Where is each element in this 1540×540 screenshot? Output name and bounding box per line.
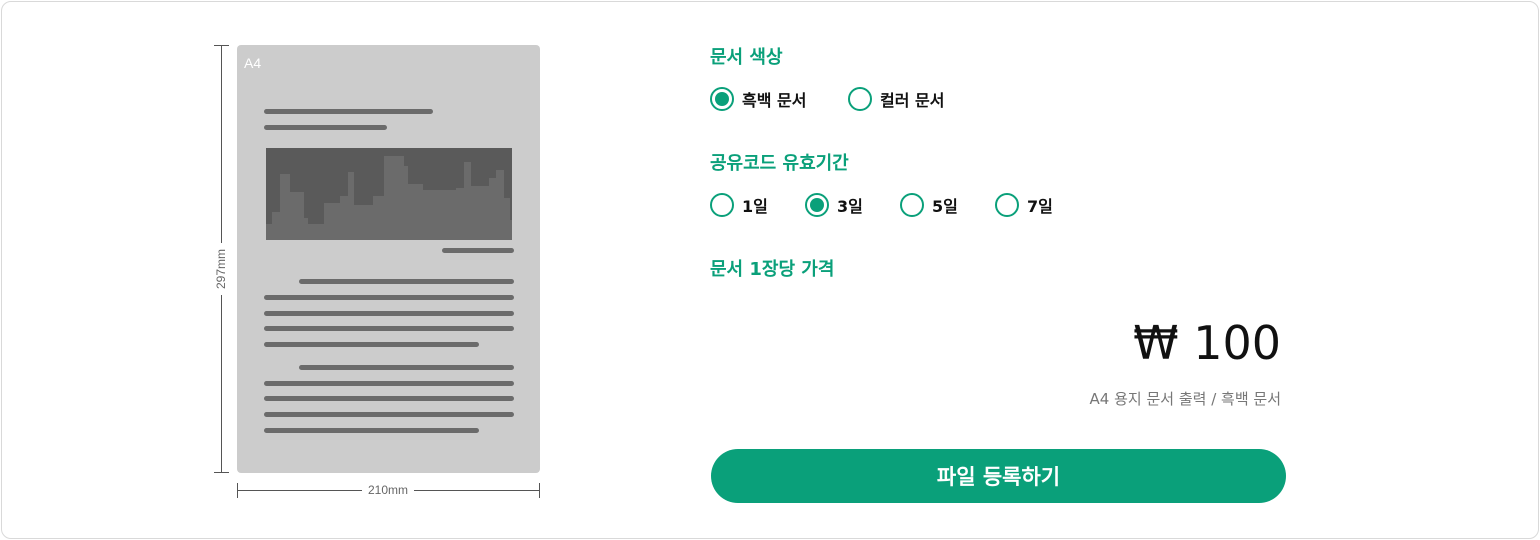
preview-text-line <box>264 428 479 433</box>
preview-text-line <box>264 412 514 417</box>
preview-text-line <box>264 342 479 347</box>
preview-text-line <box>264 396 514 401</box>
paper-size-label: A4 <box>244 55 262 71</box>
preview-caption-line <box>442 248 514 253</box>
document-color-title: 문서 색상 <box>710 47 783 68</box>
validity-option-3-days[interactable]: 3일 <box>805 193 863 217</box>
radio-selected-icon <box>805 193 829 217</box>
radio-label: 3일 <box>837 197 863 216</box>
preview-text-line <box>264 295 514 300</box>
radio-selected-icon <box>710 87 734 111</box>
color-option-color[interactable]: 컬러 문서 <box>848 87 944 111</box>
price-value: ₩ 100 <box>1133 316 1281 370</box>
width-dimension-cap-right <box>539 483 540 498</box>
preview-text-line <box>299 365 514 370</box>
preview-heading-line <box>264 125 387 130</box>
preview-text-line <box>264 311 514 316</box>
radio-label: 컬러 문서 <box>880 91 945 110</box>
validity-option-1-day[interactable]: 1일 <box>710 193 768 217</box>
price-per-page-title: 문서 1장당 가격 <box>710 259 835 280</box>
print-options-card: 297mm 210mm A4 문서 색상 흑백 문서 컬러 문서 공유코드 유효… <box>1 1 1539 539</box>
radio-unselected-icon <box>710 193 734 217</box>
document-preview: A4 <box>237 45 540 473</box>
price-description: A4 용지 문서 출력 / 흑백 문서 <box>1089 390 1281 408</box>
radio-unselected-icon <box>900 193 924 217</box>
radio-label: 5일 <box>932 197 958 216</box>
register-file-button[interactable]: 파일 등록하기 <box>711 449 1286 503</box>
validity-option-5-days[interactable]: 5일 <box>900 193 958 217</box>
validity-option-7-days[interactable]: 7일 <box>995 193 1053 217</box>
height-dimension-cap-bottom <box>214 472 229 473</box>
height-dimension-label: 297mm <box>214 242 228 296</box>
preview-text-line <box>264 381 514 386</box>
share-code-validity-title: 공유코드 유효기간 <box>710 153 849 174</box>
color-option-mono[interactable]: 흑백 문서 <box>710 87 806 111</box>
radio-label: 7일 <box>1027 197 1053 216</box>
preview-image-icon <box>266 148 512 240</box>
radio-label: 1일 <box>742 197 768 216</box>
radio-label: 흑백 문서 <box>742 91 807 110</box>
preview-text-line <box>299 279 514 284</box>
preview-heading-line <box>264 109 433 114</box>
radio-unselected-icon <box>848 87 872 111</box>
preview-text-line <box>264 326 514 331</box>
radio-unselected-icon <box>995 193 1019 217</box>
width-dimension-label: 210mm <box>361 483 415 497</box>
